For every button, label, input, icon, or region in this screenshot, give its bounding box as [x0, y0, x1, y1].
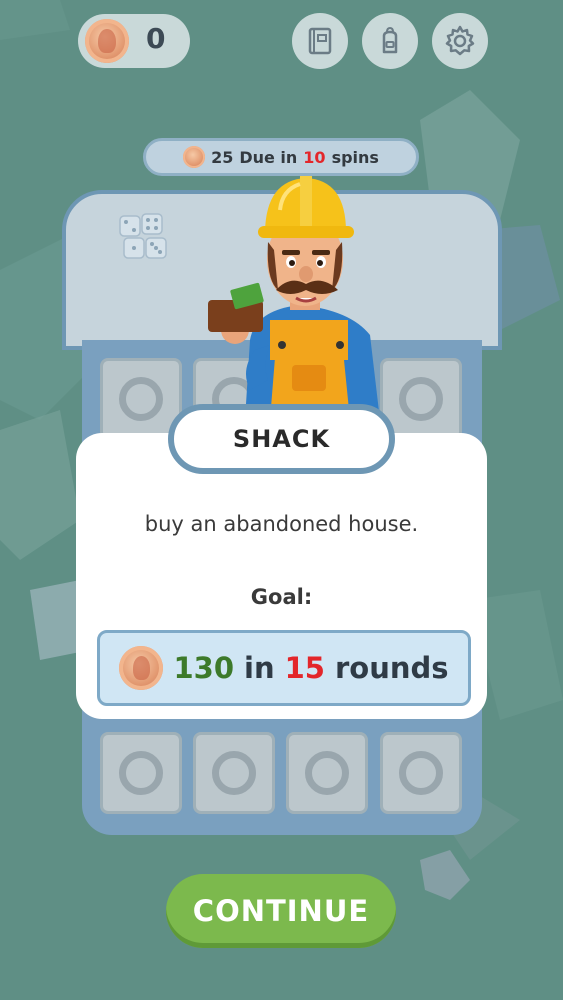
- dialog-title: SHACK: [168, 404, 395, 474]
- book-button[interactable]: [292, 13, 348, 69]
- gear-icon: [445, 25, 475, 56]
- due-spins: 10: [303, 147, 326, 167]
- slot-cell: [100, 732, 182, 814]
- goal-label: Goal:: [250, 585, 313, 609]
- goal-in-text: in: [244, 651, 275, 685]
- coin-counter: 0: [78, 14, 190, 68]
- worker-character: [208, 176, 380, 420]
- coin-icon: [119, 646, 164, 690]
- due-text: Due in: [239, 147, 298, 167]
- dialog-description: buy an abandoned house.: [144, 512, 419, 536]
- goal-box: 130 in 15 rounds: [97, 630, 471, 706]
- goal-amount: 130: [173, 651, 235, 685]
- slot-cell: [286, 732, 368, 814]
- coin-icon: [85, 19, 129, 63]
- slot-cell: [193, 732, 275, 814]
- goal-rounds-text: rounds: [334, 651, 449, 685]
- due-text-end: spins: [331, 147, 379, 167]
- coin-count: 0: [146, 22, 166, 55]
- book-icon: [308, 27, 332, 55]
- settings-button[interactable]: [432, 13, 488, 69]
- goal-rounds: 15: [284, 651, 325, 685]
- due-amount: 25: [211, 147, 234, 167]
- backpack-button[interactable]: [362, 13, 418, 69]
- backpack-icon: [382, 26, 398, 54]
- dice-icon: [119, 213, 167, 259]
- slot-cell: [380, 732, 462, 814]
- coin-icon: [183, 146, 206, 168]
- continue-button[interactable]: CONTINUE: [166, 874, 396, 948]
